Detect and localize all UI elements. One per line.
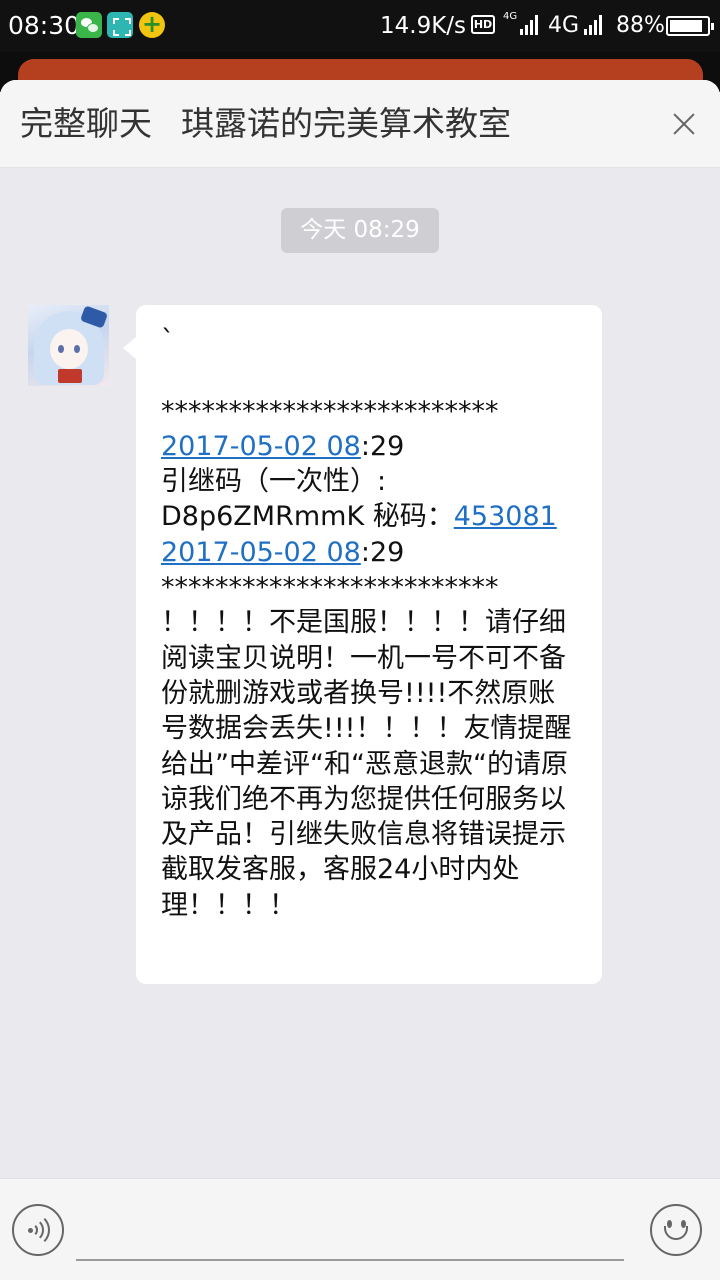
chat-header: 完整聊天 琪露诺的完美算术教室 (0, 80, 720, 168)
date-link-1[interactable]: 2017-05-02 08 (161, 431, 361, 462)
message-text: ` ************************* 2017-05-02 0… (161, 323, 581, 923)
input-bar (0, 1178, 720, 1280)
date-link-2[interactable]: 2017-05-02 08 (161, 537, 361, 568)
msg-time-1: :29 (360, 430, 405, 462)
hd-icon: HD (471, 15, 495, 34)
chat-title: 琪露诺的完美算术教室 (181, 104, 511, 143)
battery-fill (670, 20, 702, 32)
plus-app-icon (139, 10, 165, 38)
msg-code-label: 引继码（一次性）: (161, 466, 387, 498)
chat-sheet: 完整聊天 琪露诺的完美算术教室 今天 08:29 ` *************… (0, 80, 720, 1280)
message-bubble[interactable]: ` ************************* 2017-05-02 0… (123, 305, 602, 984)
avatar-face (50, 329, 88, 369)
signal-icon-2 (584, 15, 602, 35)
network-type-small: 4G (503, 11, 518, 22)
msg-code: D8p6ZMRmmK 秘码： (161, 501, 454, 533)
status-bar: 08:30 14.9K/s HD 4G 4G 88% (0, 0, 720, 52)
network-speed: 14.9K/s (380, 13, 467, 39)
avatar[interactable] (28, 305, 109, 386)
battery-icon (666, 16, 714, 36)
network-type: 4G (548, 13, 580, 38)
avatar-collar (58, 369, 82, 383)
voice-icon[interactable] (12, 1204, 64, 1256)
msg-stars-2: ************************* (161, 572, 499, 604)
avatar-eye (74, 345, 80, 353)
signal-icon (520, 15, 538, 35)
msg-stars-1: ************************* (161, 395, 499, 427)
close-icon[interactable] (662, 102, 706, 146)
header-label: 完整聊天 (20, 104, 152, 143)
scan-icon (107, 12, 133, 38)
msg-body: ！！！！不是国服！！！！请仔细阅读宝贝说明！一机一号不可不备份就删游戏或者换号!… (161, 607, 572, 921)
avatar-eye (58, 345, 64, 353)
emoji-icon[interactable] (650, 1204, 702, 1256)
msg-backtick: ` (161, 325, 175, 356)
status-time: 08:30 (8, 11, 81, 40)
wechat-icon (76, 12, 102, 38)
secret-code-link[interactable]: 453081 (454, 501, 557, 532)
message-timestamp: 今天 08:29 (281, 208, 439, 253)
msg-time-2: :29 (360, 536, 405, 568)
battery-percent: 88% (616, 13, 665, 38)
message-input[interactable] (76, 1209, 624, 1261)
